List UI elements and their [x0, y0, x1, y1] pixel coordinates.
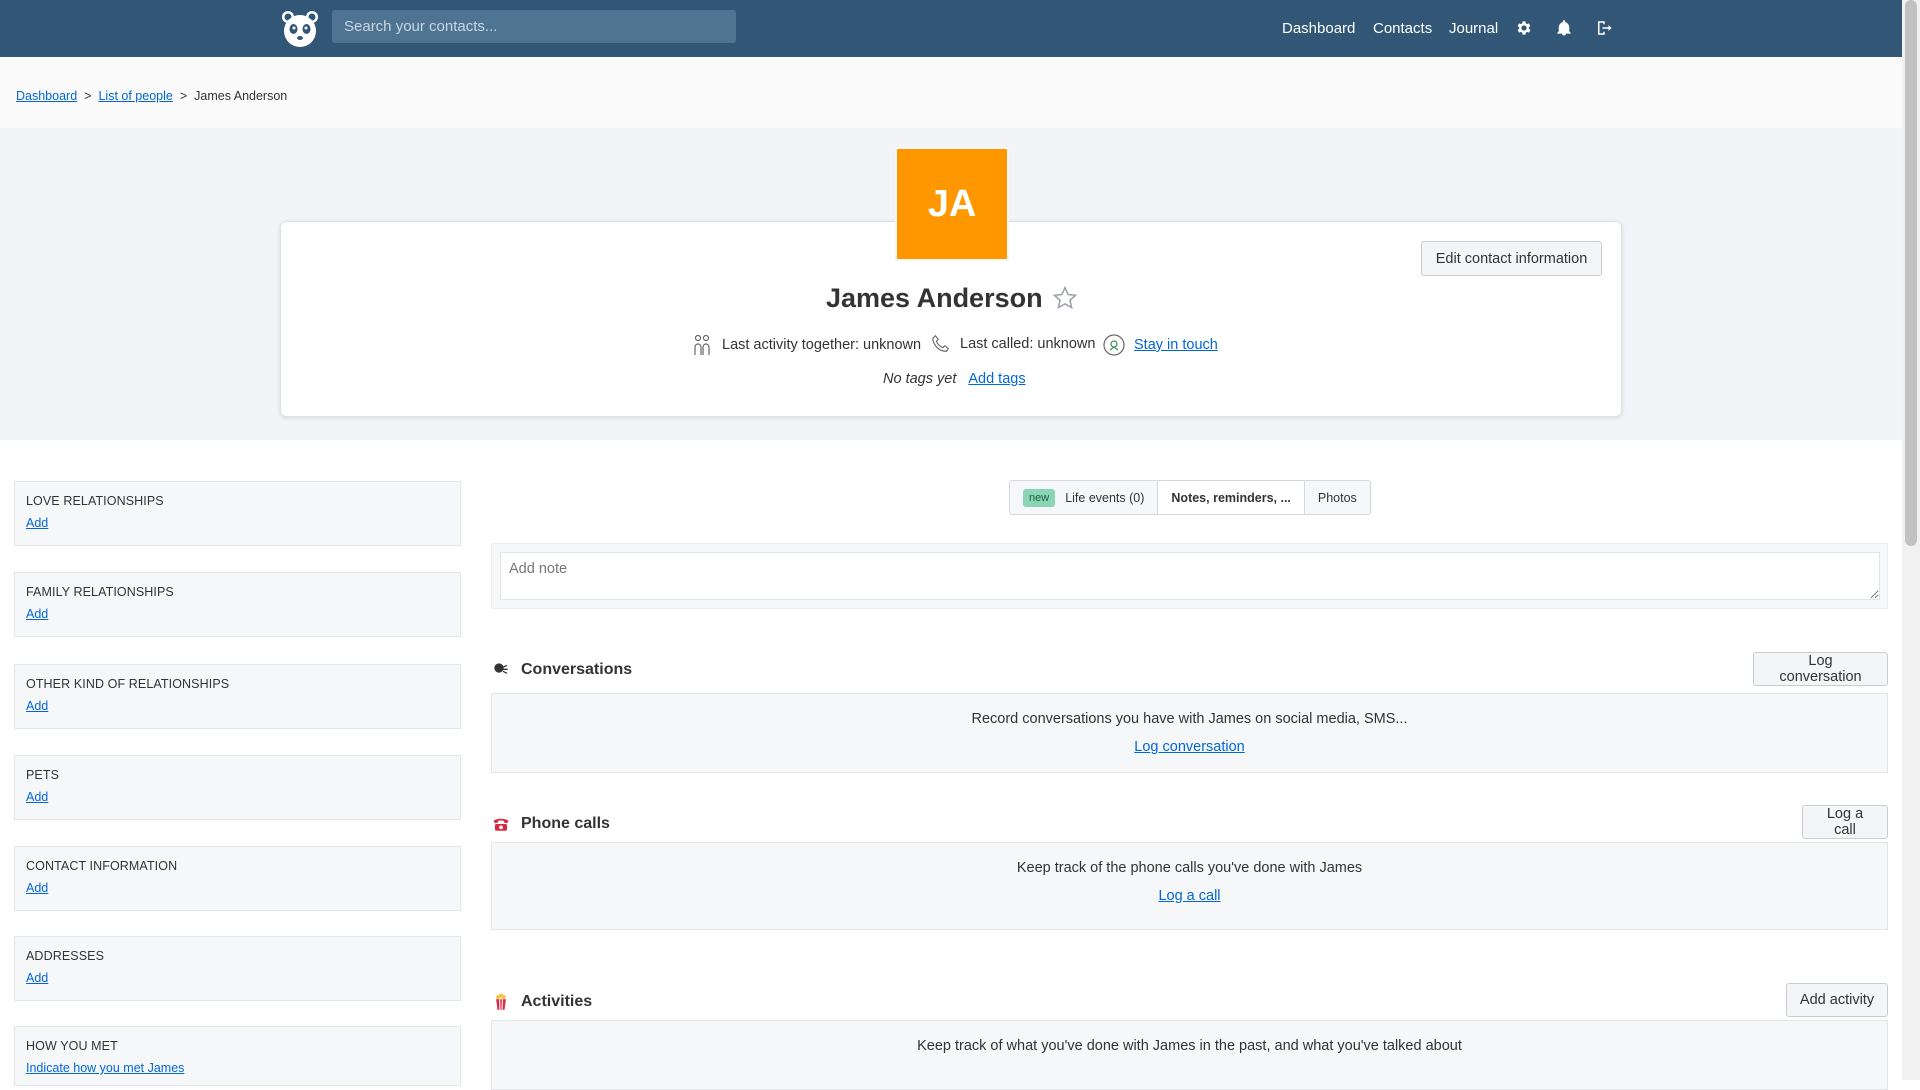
log-conversation-button[interactable]: Log conversation [1753, 652, 1888, 686]
tab-life-events[interactable]: new Life events (0) [1010, 481, 1159, 514]
nav-contacts[interactable]: Contacts [1373, 0, 1432, 57]
add-other-relationship-link[interactable]: Add [26, 699, 48, 713]
people-icon [694, 334, 710, 355]
telephone-icon [491, 815, 511, 833]
phone-calls-header: Phone calls [491, 815, 610, 833]
tab-notes-reminders[interactable]: Notes, reminders, ... [1158, 481, 1305, 514]
breadcrumb-current: James Anderson [194, 89, 288, 103]
breadcrumb-dashboard-link[interactable]: Dashboard [16, 89, 77, 103]
section-title: Pets [26, 768, 60, 782]
activities-header: Activities [491, 993, 592, 1011]
star-favorite-icon[interactable] [1052, 285, 1078, 311]
scrollbar-thumb[interactable] [1905, 0, 1917, 546]
stay-in-touch: Stay in touch [1102, 333, 1218, 357]
conversations-header: Conversations [491, 661, 632, 679]
log-a-call-button[interactable]: Log a call [1802, 805, 1888, 839]
indicate-how-you-met-link[interactable]: Indicate how you met James [26, 1061, 184, 1075]
add-love-relationship-link[interactable]: Add [26, 516, 48, 530]
love-relationships-section: Love relationships Add [14, 481, 461, 546]
tab-label: Photos [1317, 490, 1357, 505]
search-input[interactable] [332, 10, 736, 43]
add-family-relationship-link[interactable]: Add [26, 607, 48, 621]
activities-description: Keep track of what you've done with Jame… [917, 1038, 1462, 1054]
activities-title: Activities [521, 993, 593, 1010]
gear-icon[interactable] [1515, 19, 1533, 37]
tab-photos[interactable]: Photos [1305, 481, 1370, 514]
breadcrumb: Dashboard > List of people > James Ander… [16, 89, 287, 103]
nav-dashboard[interactable]: Dashboard [1282, 0, 1355, 57]
add-contact-information-link[interactable]: Add [26, 881, 48, 895]
add-address-link[interactable]: Add [26, 971, 48, 985]
edit-contact-button[interactable]: Edit contact information [1421, 241, 1602, 276]
conversations-description: Record conversations you have with James… [971, 711, 1408, 727]
section-title: Addresses [26, 949, 105, 963]
section-title: Love relationships [26, 494, 164, 508]
last-called: Last called: unknown [930, 333, 1095, 355]
stay-in-touch-link[interactable]: Stay in touch [1134, 337, 1218, 353]
section-title: How you met [26, 1039, 118, 1053]
family-relationships-section: Family relationships Add [14, 572, 461, 637]
other-relationships-section: Other kind of relationships Add [14, 664, 461, 729]
phone-icon [932, 334, 950, 352]
phone-calls-description: Keep track of the phone calls you've don… [1016, 860, 1363, 876]
tags-row: No tags yet Add tags [883, 371, 1026, 387]
last-activity: Last activity together: unknown [690, 333, 921, 357]
tab-label: Notes, reminders, ... [1171, 490, 1291, 505]
add-tags-link[interactable]: Add tags [968, 371, 1025, 387]
conversations-box: Record conversations you have with James… [491, 693, 1888, 773]
breadcrumb-list-of-people-link[interactable]: List of people [98, 89, 172, 103]
popcorn-icon [491, 993, 511, 1011]
add-activity-button[interactable]: Add activity [1786, 983, 1888, 1017]
section-title: Other kind of relationships [26, 677, 230, 691]
avatar: JA [895, 147, 1009, 261]
section-title: Contact information [26, 859, 178, 873]
bell-icon[interactable] [1555, 19, 1573, 37]
speech-icon [491, 661, 511, 679]
how-you-met-section: How you met Indicate how you met James [14, 1026, 461, 1086]
contact-name: James Anderson [826, 283, 1043, 313]
tab-label: Life events (0) [1065, 490, 1145, 505]
log-conversation-link[interactable]: Log conversation [1134, 739, 1244, 755]
phone-calls-title: Phone calls [521, 815, 610, 832]
last-activity-text: Last activity together: unknown [722, 337, 922, 353]
add-note-textarea[interactable] [500, 552, 1880, 600]
top-navigation-bar: Dashboard Contacts Journal [0, 0, 1902, 57]
new-badge: new [1023, 488, 1056, 507]
nav-journal[interactable]: Journal [1449, 0, 1498, 57]
contact-information-section: Contact information Add [14, 846, 461, 911]
last-called-text: Last called: unknown [960, 336, 1096, 352]
logout-icon[interactable] [1595, 19, 1613, 37]
panda-logo-icon[interactable] [280, 9, 320, 49]
phone-calls-box: Keep track of the phone calls you've don… [491, 842, 1888, 930]
breadcrumb-separator: > [84, 89, 92, 103]
add-pet-link[interactable]: Add [26, 790, 48, 804]
pets-section: Pets Add [14, 755, 461, 820]
section-title: Family relationships [26, 585, 174, 599]
breadcrumb-separator: > [179, 89, 188, 103]
stay-in-touch-icon [1103, 334, 1125, 356]
log-a-call-link[interactable]: Log a call [1158, 888, 1220, 904]
addresses-section: Addresses Add [14, 936, 461, 1001]
conversations-title: Conversations [521, 661, 633, 678]
content-tabs: new Life events (0) Notes, reminders, ..… [1009, 480, 1371, 515]
add-note-container [491, 543, 1888, 609]
no-tags-text: No tags yet [883, 371, 957, 387]
